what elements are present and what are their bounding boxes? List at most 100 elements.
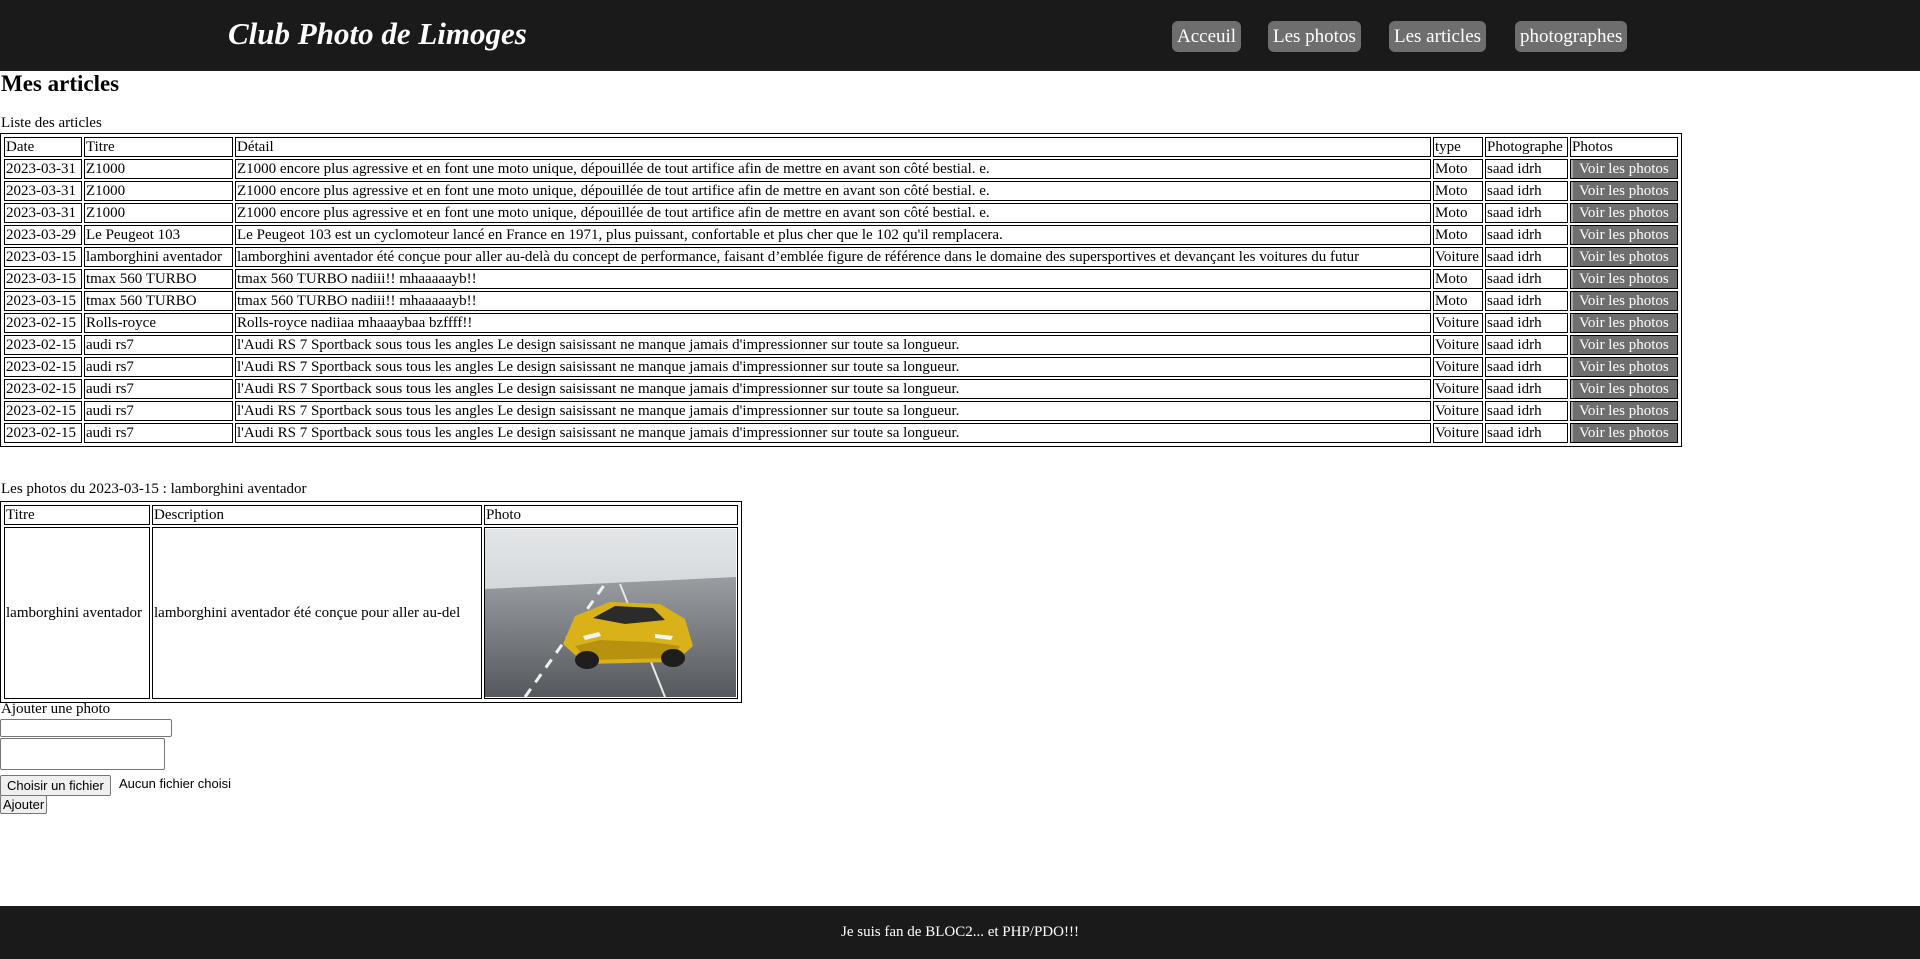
see-photos-button[interactable]: Voir les photos bbox=[1571, 226, 1677, 244]
article-detail: tmax 560 TURBO nadiii!! mhaaaaayb!! bbox=[235, 269, 1431, 289]
article-detail: Z1000 encore plus agressive et en font u… bbox=[235, 159, 1431, 179]
article-row: 2023-03-15 tmax 560 TURBO tmax 560 TURBO n… bbox=[4, 269, 1678, 289]
see-photos-button[interactable]: Voir les photos bbox=[1571, 402, 1677, 420]
article-photographer: saad idrh bbox=[1485, 203, 1568, 223]
article-type: Moto bbox=[1433, 181, 1483, 201]
col-photos: Photos bbox=[1570, 137, 1678, 157]
photo-description-textarea[interactable] bbox=[0, 738, 165, 770]
article-type: Voiture bbox=[1433, 379, 1483, 399]
see-photos-button[interactable]: Voir les photos bbox=[1571, 182, 1677, 200]
add-photo-button[interactable]: Ajouter bbox=[0, 795, 48, 814]
article-photographer: saad idrh bbox=[1485, 291, 1568, 311]
articles-caption: Liste des articles bbox=[1, 115, 102, 131]
article-photos-cell: Voir les photos bbox=[1570, 379, 1678, 399]
article-row: 2023-03-31 Z1000 Z1000 encore plus agressi… bbox=[4, 159, 1678, 179]
article-photographer: saad idrh bbox=[1485, 225, 1568, 245]
see-photos-button[interactable]: Voir les photos bbox=[1571, 292, 1677, 310]
nav-articles-button[interactable]: Les articles bbox=[1389, 21, 1487, 52]
nav-photographes-button[interactable]: photographes bbox=[1515, 21, 1628, 52]
article-photographer: saad idrh bbox=[1485, 313, 1568, 333]
article-date: 2023-02-15 bbox=[4, 401, 82, 421]
article-photographer: saad idrh bbox=[1485, 181, 1568, 201]
article-photographer: saad idrh bbox=[1485, 423, 1568, 443]
article-row: 2023-02-15 audi rs7 l'Audi RS 7 Sportback … bbox=[4, 401, 1678, 421]
article-row: 2023-03-31 Z1000 Z1000 encore plus agressi… bbox=[4, 203, 1678, 223]
article-date: 2023-02-15 bbox=[4, 379, 82, 399]
article-detail: lamborghini aventador été conçue pour al… bbox=[235, 247, 1431, 267]
choose-file-button[interactable]: Choisir un fichier bbox=[0, 775, 111, 796]
article-detail: l'Audi RS 7 Sportback sous tous les angl… bbox=[235, 401, 1431, 421]
article-type: Moto bbox=[1433, 225, 1483, 245]
photo-title-input[interactable] bbox=[0, 719, 172, 737]
article-row: 2023-03-15 lamborghini aventador lamborghi… bbox=[4, 247, 1678, 267]
photos-header-row: Titre Description Photo bbox=[4, 505, 738, 525]
article-type: Moto bbox=[1433, 159, 1483, 179]
article-photos-cell: Voir les photos bbox=[1570, 269, 1678, 289]
col-date: Date bbox=[4, 137, 82, 157]
article-photos-cell: Voir les photos bbox=[1570, 357, 1678, 377]
page-title: Mes articles bbox=[1, 71, 120, 96]
article-detail: Z1000 encore plus agressive et en font u… bbox=[235, 203, 1431, 223]
see-photos-button[interactable]: Voir les photos bbox=[1571, 358, 1677, 376]
yellow-sports-car-photo bbox=[485, 529, 736, 697]
article-title: Z1000 bbox=[84, 181, 233, 201]
see-photos-button[interactable]: Voir les photos bbox=[1571, 204, 1677, 222]
article-date: 2023-03-31 bbox=[4, 159, 82, 179]
article-photos-cell: Voir les photos bbox=[1570, 203, 1678, 223]
see-photos-button[interactable]: Voir les photos bbox=[1571, 380, 1677, 398]
article-photos-cell: Voir les photos bbox=[1570, 335, 1678, 355]
article-detail: Z1000 encore plus agressive et en font u… bbox=[235, 181, 1431, 201]
article-type: Voiture bbox=[1433, 401, 1483, 421]
col-type: type bbox=[1433, 137, 1483, 157]
article-photographer: saad idrh bbox=[1485, 335, 1568, 355]
see-photos-button[interactable]: Voir les photos bbox=[1571, 314, 1677, 332]
article-photos-cell: Voir les photos bbox=[1570, 313, 1678, 333]
article-title: audi rs7 bbox=[84, 423, 233, 443]
article-photographer: saad idrh bbox=[1485, 379, 1568, 399]
article-detail: l'Audi RS 7 Sportback sous tous les angl… bbox=[235, 335, 1431, 355]
article-detail: l'Audi RS 7 Sportback sous tous les angl… bbox=[235, 357, 1431, 377]
article-title: lamborghini aventador bbox=[84, 247, 233, 267]
article-type: Voiture bbox=[1433, 335, 1483, 355]
nav-accueil-button[interactable]: Acceuil bbox=[1172, 21, 1242, 52]
article-date: 2023-03-31 bbox=[4, 181, 82, 201]
article-photographer: saad idrh bbox=[1485, 269, 1568, 289]
nav-photos-button[interactable]: Les photos bbox=[1268, 21, 1361, 52]
article-title: tmax 560 TURBO bbox=[84, 269, 233, 289]
see-photos-button[interactable]: Voir les photos bbox=[1571, 336, 1677, 354]
see-photos-button[interactable]: Voir les photos bbox=[1571, 160, 1677, 178]
article-photographer: saad idrh bbox=[1485, 159, 1568, 179]
col-photographe: Photographe bbox=[1485, 137, 1568, 157]
article-type: Voiture bbox=[1433, 313, 1483, 333]
article-row: 2023-02-15 Rolls-royce Rolls-royce nadiiaa… bbox=[4, 313, 1678, 333]
article-type: Moto bbox=[1433, 269, 1483, 289]
article-title: audi rs7 bbox=[84, 401, 233, 421]
article-title: Le Peugeot 103 bbox=[84, 225, 233, 245]
see-photos-button[interactable]: Voir les photos bbox=[1571, 270, 1677, 288]
article-type: Moto bbox=[1433, 291, 1483, 311]
col-titre: Titre bbox=[84, 137, 233, 157]
photos-caption: Les photos du 2023-03-15 : lamborghini a… bbox=[1, 481, 307, 497]
col-detail: Détail bbox=[235, 137, 1431, 157]
site-header: Club Photo de Limoges Acceuil Les photos… bbox=[0, 0, 1920, 71]
article-row: 2023-03-15 tmax 560 TURBO tmax 560 TURBO n… bbox=[4, 291, 1678, 311]
article-photos-cell: Voir les photos bbox=[1570, 291, 1678, 311]
car-photo-icon bbox=[485, 529, 736, 697]
article-date: 2023-02-15 bbox=[4, 423, 82, 443]
articles-header-row: Date Titre Détail type Photographe Photo… bbox=[4, 137, 1678, 157]
article-row: 2023-02-15 audi rs7 l'Audi RS 7 Sportback … bbox=[4, 423, 1678, 443]
article-type: Voiture bbox=[1433, 357, 1483, 377]
article-photos-cell: Voir les photos bbox=[1570, 247, 1678, 267]
see-photos-button[interactable]: Voir les photos bbox=[1571, 424, 1677, 442]
see-photos-button[interactable]: Voir les photos bbox=[1571, 248, 1677, 266]
article-title: audi rs7 bbox=[84, 357, 233, 377]
article-date: 2023-02-15 bbox=[4, 313, 82, 333]
article-photos-cell: Voir les photos bbox=[1570, 401, 1678, 421]
article-photographer: saad idrh bbox=[1485, 357, 1568, 377]
photos-table: Titre Description Photo lamborghini aven… bbox=[0, 501, 742, 703]
article-title: audi rs7 bbox=[84, 379, 233, 399]
photo-title: lamborghini aventador bbox=[4, 527, 150, 699]
article-row: 2023-03-31 Z1000 Z1000 encore plus agressi… bbox=[4, 181, 1678, 201]
photo-description: lamborghini aventador été conçue pour al… bbox=[152, 527, 482, 699]
article-title: Z1000 bbox=[84, 203, 233, 223]
